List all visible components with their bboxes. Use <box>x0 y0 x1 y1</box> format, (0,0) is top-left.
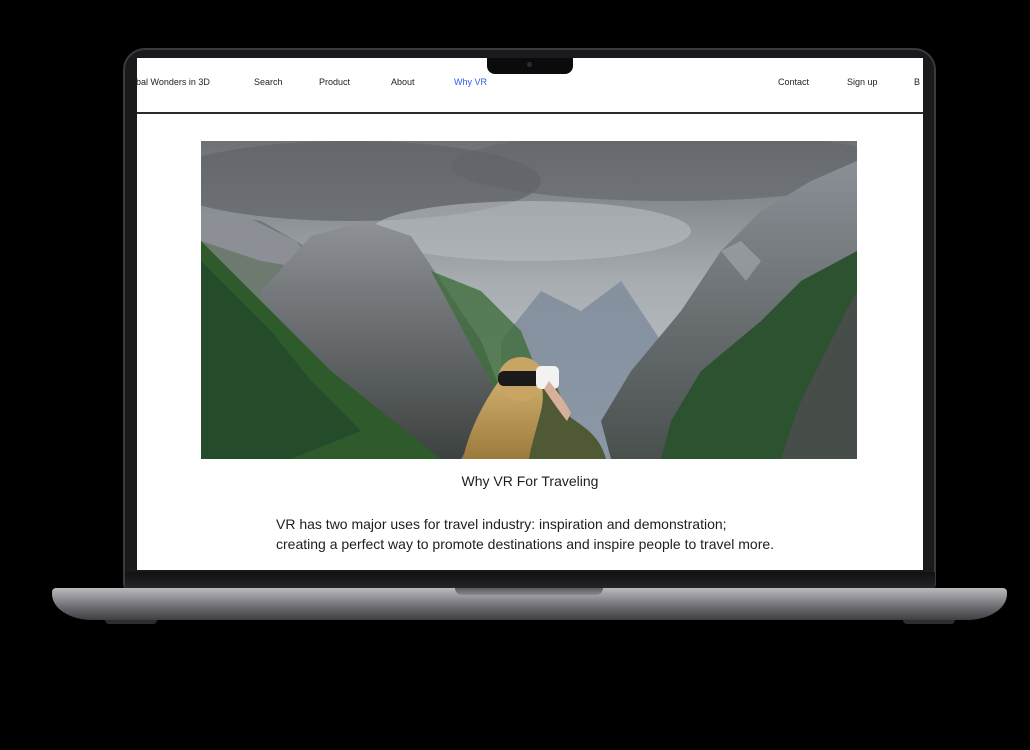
laptop-open-lip <box>455 588 603 595</box>
laptop-screen: obal Wonders in 3D Search Product About … <box>137 58 923 570</box>
nav-contact[interactable]: Contact <box>778 77 809 87</box>
nav-why-vr[interactable]: Why VR <box>454 77 487 87</box>
description-text: VR has two major uses for travel industr… <box>276 514 836 554</box>
section-title: Why VR For Traveling <box>461 473 599 489</box>
left-foot <box>105 620 157 624</box>
camera-notch <box>487 58 573 74</box>
description-line-1: VR has two major uses for travel industr… <box>276 516 727 532</box>
right-foot <box>903 620 955 624</box>
description-line-2: creating a perfect way to promote destin… <box>276 536 775 552</box>
nav-cut-off-item[interactable]: B <box>914 77 920 87</box>
nav-search[interactable]: Search <box>254 77 283 87</box>
screen-bottom-bezel <box>125 572 935 588</box>
hero-image <box>201 141 857 459</box>
nav-about[interactable]: About <box>391 77 415 87</box>
camera-icon <box>527 62 532 67</box>
nav-product[interactable]: Product <box>319 77 350 87</box>
brand-link[interactable]: obal Wonders in 3D <box>137 77 210 87</box>
vr-traveler-mountains-image <box>201 141 857 459</box>
nav-sign-up[interactable]: Sign up <box>847 77 878 87</box>
